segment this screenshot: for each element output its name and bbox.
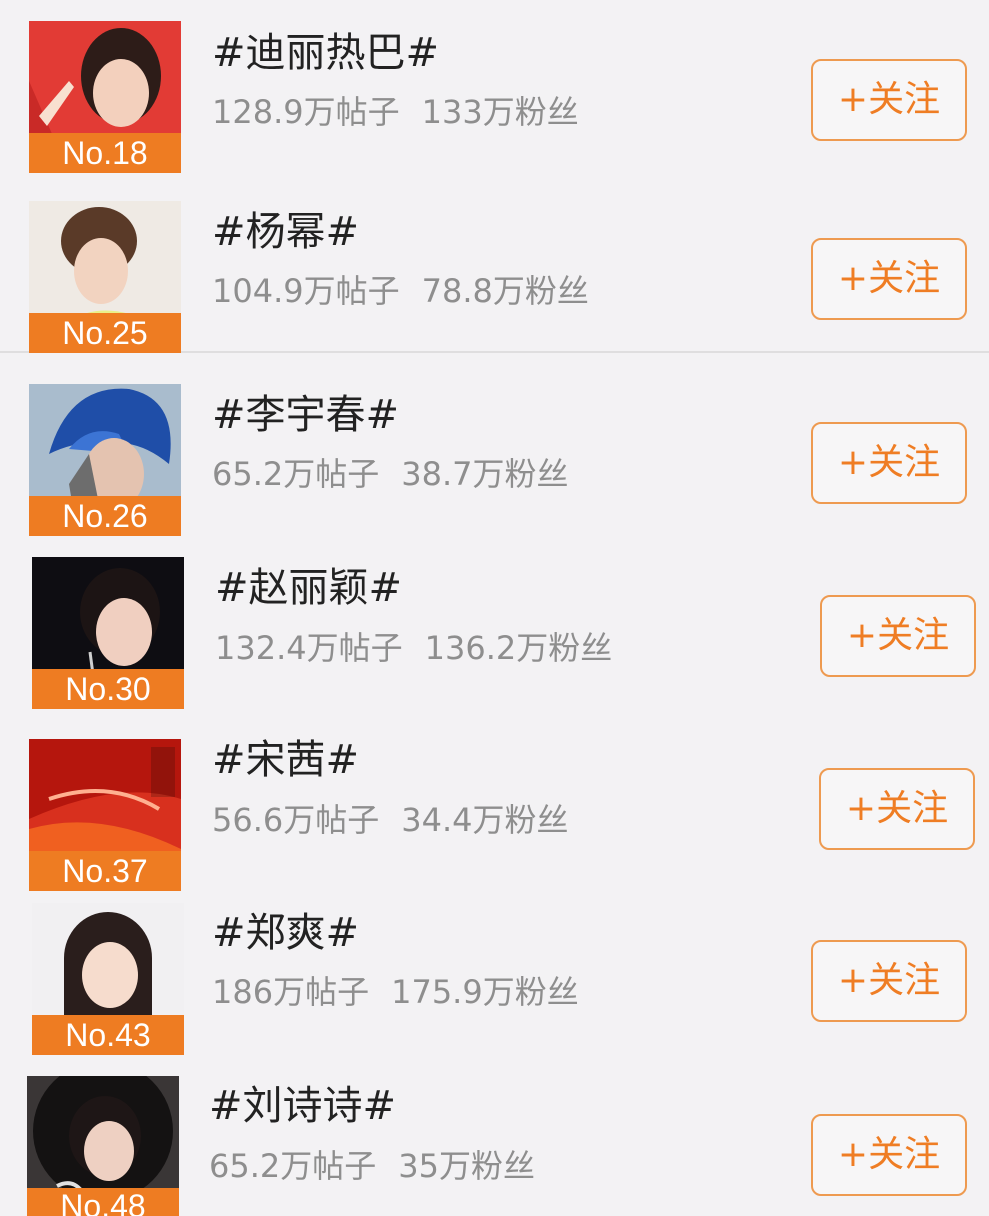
topic-stats: 186万帖子 175.9万粉丝 (212, 972, 579, 1012)
topic-title[interactable]: #郑爽# (212, 909, 359, 957)
topic-title[interactable]: #刘诗诗# (209, 1082, 396, 1130)
topic-stats: 104.9万帖子 78.8万粉丝 (212, 271, 589, 311)
fan-count: 35万粉丝 (398, 1147, 535, 1185)
follow-button[interactable]: +关注 (811, 422, 967, 504)
rank-badge: No.30 (32, 669, 184, 709)
topic-stats: 132.4万帖子 136.2万粉丝 (215, 628, 612, 668)
post-count: 104.9万帖子 (212, 272, 400, 310)
topic-title[interactable]: #杨幂# (212, 208, 359, 256)
follow-button[interactable]: +关注 (811, 1114, 967, 1196)
rank-badge: No.43 (32, 1015, 184, 1055)
avatar[interactable]: No.48 (27, 1076, 179, 1216)
post-count: 186万帖子 (212, 973, 370, 1011)
rank-badge: No.25 (29, 313, 181, 353)
rank-badge: No.48 (27, 1188, 179, 1216)
topic-title[interactable]: #李宇春# (212, 391, 399, 439)
post-count: 56.6万帖子 (212, 801, 380, 839)
topic-stats: 65.2万帖子 38.7万粉丝 (212, 454, 569, 494)
post-count: 65.2万帖子 (209, 1147, 377, 1185)
follow-button[interactable]: +关注 (811, 940, 967, 1022)
rank-badge: No.18 (29, 133, 181, 173)
fan-count: 78.8万粉丝 (421, 272, 589, 310)
rank-badge: No.26 (29, 496, 181, 536)
avatar[interactable]: No.26 (29, 384, 181, 536)
post-count: 65.2万帖子 (212, 455, 380, 493)
follow-button[interactable]: +关注 (820, 595, 976, 677)
fan-count: 133万粉丝 (421, 93, 579, 131)
topic-stats: 56.6万帖子 34.4万粉丝 (212, 800, 569, 840)
avatar[interactable]: No.30 (32, 557, 184, 709)
post-count: 128.9万帖子 (212, 93, 400, 131)
fan-count: 34.4万粉丝 (401, 801, 569, 839)
avatar[interactable]: No.37 (29, 739, 181, 891)
follow-button[interactable]: +关注 (819, 768, 975, 850)
avatar[interactable]: No.43 (32, 903, 184, 1055)
topic-stats: 65.2万帖子 35万粉丝 (209, 1146, 535, 1186)
fan-count: 38.7万粉丝 (401, 455, 569, 493)
avatar[interactable]: No.25 (29, 201, 181, 353)
topic-title[interactable]: #赵丽颖# (215, 564, 402, 612)
post-count: 132.4万帖子 (215, 629, 403, 667)
follow-button[interactable]: +关注 (811, 59, 967, 141)
follow-button[interactable]: +关注 (811, 238, 967, 320)
fan-count: 136.2万粉丝 (424, 629, 613, 667)
fan-count: 175.9万粉丝 (391, 973, 579, 1011)
topic-title[interactable]: #宋茜# (212, 736, 359, 784)
avatar[interactable]: No.18 (29, 21, 181, 173)
rank-badge: No.37 (29, 851, 181, 891)
topic-stats: 128.9万帖子 133万粉丝 (212, 92, 579, 132)
topic-title[interactable]: #迪丽热巴# (212, 29, 439, 77)
